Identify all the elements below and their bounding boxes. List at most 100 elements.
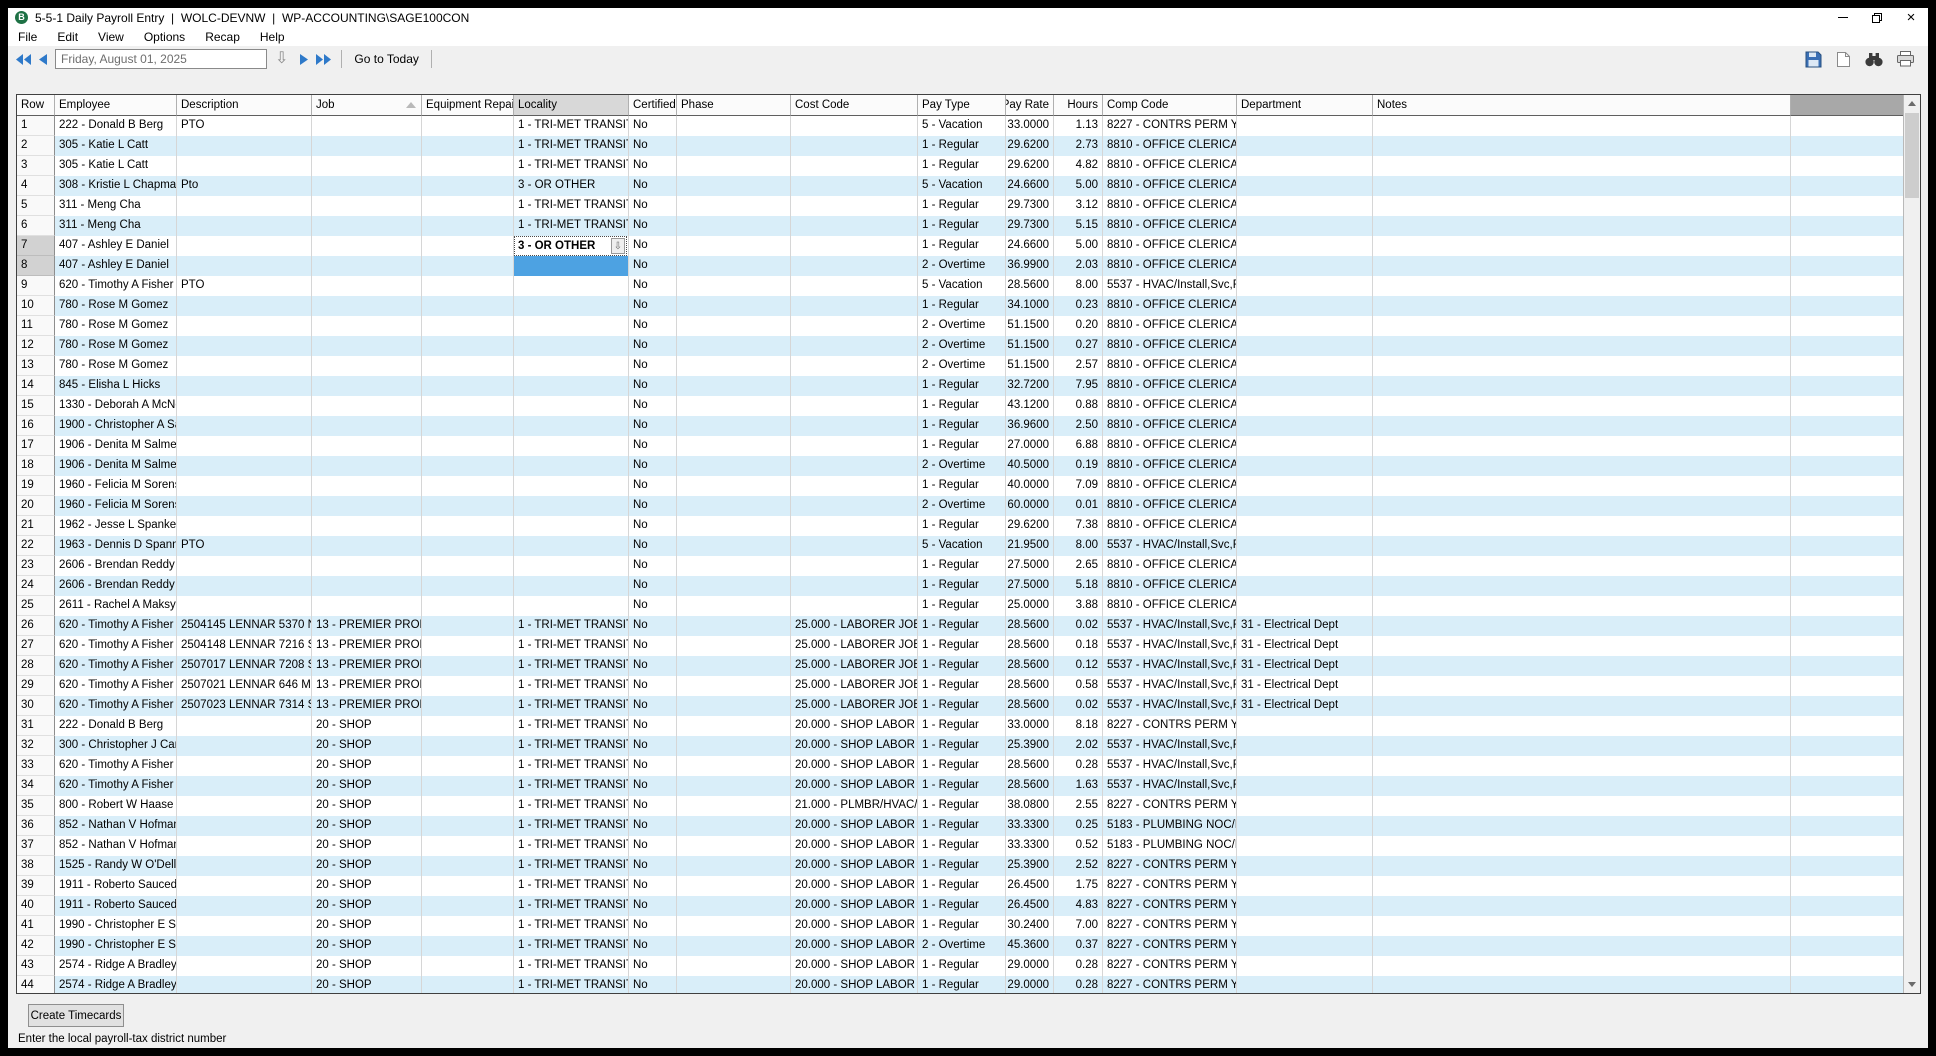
print-button[interactable] — [1893, 48, 1918, 70]
cell-pay_type[interactable]: 1 - Regular — [918, 156, 1006, 176]
cell-hours[interactable]: 1.13 — [1054, 116, 1103, 136]
cell-department[interactable] — [1237, 856, 1373, 876]
cell-comp_code[interactable]: 5537 - HVAC/Install,Svc,Rep... — [1103, 756, 1237, 776]
cell-description[interactable] — [177, 216, 312, 236]
cell-notes[interactable] — [1373, 976, 1791, 993]
cell-department[interactable] — [1237, 916, 1373, 936]
cell-phase[interactable] — [677, 276, 791, 296]
cell-description[interactable]: 2504148 LENNAR 7216 SE BU... — [177, 636, 312, 656]
row-header-cell[interactable]: 29 — [17, 676, 55, 696]
cell-department[interactable]: 31 - Electrical Dept — [1237, 636, 1373, 656]
cell-department[interactable]: 31 - Electrical Dept — [1237, 696, 1373, 716]
cell-department[interactable] — [1237, 516, 1373, 536]
column-header-certified[interactable]: Certified — [629, 95, 677, 116]
cell-cost_code[interactable] — [791, 296, 918, 316]
cell-phase[interactable] — [677, 636, 791, 656]
cell-cost_code[interactable]: 20.000 - SHOP LABOR — [791, 856, 918, 876]
cell-employee[interactable]: 2574 - Ridge A Bradley — [55, 976, 177, 993]
cell-hours[interactable]: 3.12 — [1054, 196, 1103, 216]
column-header-comp_code[interactable]: Comp Code — [1103, 95, 1237, 116]
row-header-cell[interactable]: 21 — [17, 516, 55, 536]
cell-employee[interactable]: 845 - Elisha L Hicks — [55, 376, 177, 396]
cell-job[interactable] — [312, 516, 422, 536]
cell-locality[interactable]: 1 - TRI-MET TRANSIT — [514, 936, 629, 956]
cell-phase[interactable] — [677, 136, 791, 156]
row-header-cell[interactable]: 31 — [17, 716, 55, 736]
cell-pay_type[interactable]: 5 - Vacation — [918, 176, 1006, 196]
cell-hours[interactable]: 1.75 — [1054, 876, 1103, 896]
cell-certified[interactable]: No — [629, 136, 677, 156]
cell-cost_code[interactable] — [791, 156, 918, 176]
cell-equipment_repair[interactable] — [422, 436, 514, 456]
cell-certified[interactable]: No — [629, 516, 677, 536]
cell-description[interactable] — [177, 916, 312, 936]
cell-department[interactable] — [1237, 236, 1373, 256]
cell-notes[interactable] — [1373, 256, 1791, 276]
cell-hours[interactable]: 0.23 — [1054, 296, 1103, 316]
binoculars-button[interactable] — [1861, 48, 1887, 70]
cell-notes[interactable] — [1373, 236, 1791, 256]
cell-comp_code[interactable]: 5537 - HVAC/Install,Svc,Rep... — [1103, 736, 1237, 756]
cell-pay_rate[interactable]: 28.5600 — [1006, 676, 1054, 696]
cell-employee[interactable]: 620 - Timothy A Fisher — [55, 656, 177, 676]
cell-department[interactable] — [1237, 416, 1373, 436]
cell-equipment_repair[interactable] — [422, 476, 514, 496]
cell-pay_rate[interactable]: 28.5600 — [1006, 696, 1054, 716]
cell-certified[interactable]: No — [629, 276, 677, 296]
cell-cost_code[interactable] — [791, 256, 918, 276]
cell-department[interactable] — [1237, 556, 1373, 576]
cell-equipment_repair[interactable] — [422, 236, 514, 256]
cell-pay_rate[interactable]: 38.0800 — [1006, 796, 1054, 816]
cell-comp_code[interactable]: 8227 - CONTRS PERM YARD — [1103, 716, 1237, 736]
cell-employee[interactable]: 1330 - Deborah A McNeely — [55, 396, 177, 416]
cell-pay_rate[interactable]: 29.6200 — [1006, 156, 1054, 176]
cell-hours[interactable]: 0.02 — [1054, 696, 1103, 716]
cell-phase[interactable] — [677, 796, 791, 816]
cell-notes[interactable] — [1373, 616, 1791, 636]
cell-pay_rate[interactable]: 51.1500 — [1006, 316, 1054, 336]
cell-employee[interactable]: 305 - Katie L Catt — [55, 156, 177, 176]
cell-comp_code[interactable]: 5537 - HVAC/Install,Svc,Rep... — [1103, 536, 1237, 556]
cell-employee[interactable]: 620 - Timothy A Fisher — [55, 276, 177, 296]
cell-pay_rate[interactable]: 36.9600 — [1006, 416, 1054, 436]
cell-hours[interactable]: 2.50 — [1054, 416, 1103, 436]
cell-cost_code[interactable]: 20.000 - SHOP LABOR — [791, 736, 918, 756]
cell-employee[interactable]: 222 - Donald B Berg — [55, 116, 177, 136]
cell-pay_type[interactable]: 1 - Regular — [918, 836, 1006, 856]
cell-pay_rate[interactable]: 24.6600 — [1006, 176, 1054, 196]
cell-pay_rate[interactable]: 36.9900 — [1006, 256, 1054, 276]
cell-cost_code[interactable] — [791, 136, 918, 156]
cell-pay_rate[interactable]: 60.0000 — [1006, 496, 1054, 516]
cell-pay_rate[interactable]: 29.0000 — [1006, 976, 1054, 993]
cell-certified[interactable]: No — [629, 716, 677, 736]
cell-equipment_repair[interactable] — [422, 316, 514, 336]
cell-comp_code[interactable]: 5537 - HVAC/Install,Svc,Rep... — [1103, 696, 1237, 716]
row-header-cell[interactable]: 34 — [17, 776, 55, 796]
cell-phase[interactable] — [677, 116, 791, 136]
cell-certified[interactable]: No — [629, 896, 677, 916]
cell-cost_code[interactable]: 20.000 - SHOP LABOR — [791, 876, 918, 896]
cell-notes[interactable] — [1373, 876, 1791, 896]
cell-pay_type[interactable]: 1 - Regular — [918, 436, 1006, 456]
cell-pay_type[interactable]: 1 - Regular — [918, 696, 1006, 716]
menu-options[interactable]: Options — [134, 27, 195, 46]
cell-cost_code[interactable]: 20.000 - SHOP LABOR — [791, 836, 918, 856]
row-header-cell[interactable]: 30 — [17, 696, 55, 716]
cell-pay_rate[interactable]: 27.5000 — [1006, 576, 1054, 596]
cell-department[interactable] — [1237, 736, 1373, 756]
cell-hours[interactable]: 0.19 — [1054, 456, 1103, 476]
cell-employee[interactable]: 305 - Katie L Catt — [55, 136, 177, 156]
cell-department[interactable] — [1237, 716, 1373, 736]
cell-pay_rate[interactable]: 43.1200 — [1006, 396, 1054, 416]
cell-job[interactable]: 20 - SHOP — [312, 716, 422, 736]
cell-locality[interactable]: 1 - TRI-MET TRANSIT — [514, 616, 629, 636]
cell-equipment_repair[interactable] — [422, 856, 514, 876]
cell-pay_type[interactable]: 1 - Regular — [918, 576, 1006, 596]
cell-notes[interactable] — [1373, 436, 1791, 456]
cell-job[interactable] — [312, 576, 422, 596]
cell-pay_type[interactable]: 1 - Regular — [918, 736, 1006, 756]
cell-hours[interactable]: 0.18 — [1054, 636, 1103, 656]
cell-pay_rate[interactable]: 33.3300 — [1006, 816, 1054, 836]
row-header-cell[interactable]: 11 — [17, 316, 55, 336]
cell-certified[interactable]: No — [629, 196, 677, 216]
